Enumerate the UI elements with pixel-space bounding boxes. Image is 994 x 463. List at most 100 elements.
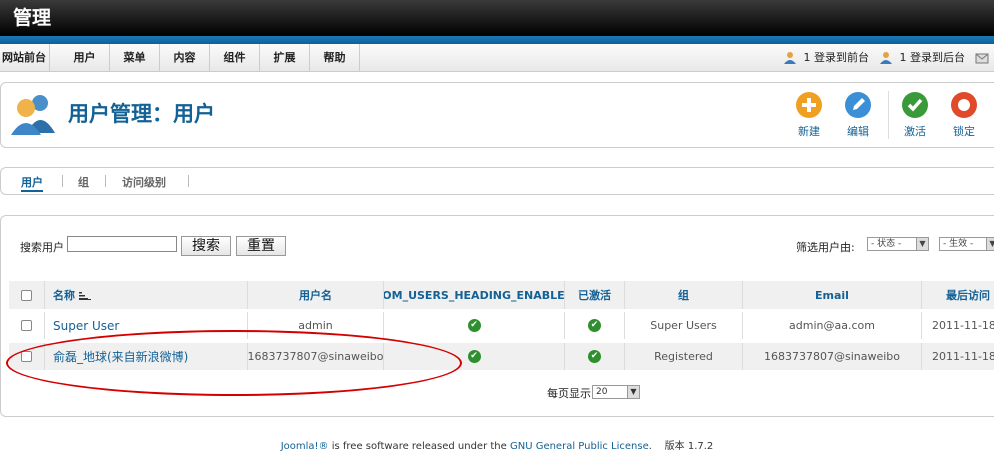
menu-item-site[interactable]: 网站前台 [0, 44, 50, 72]
users-icon [11, 95, 55, 135]
status-backend-label: 1 登录到后台 [899, 51, 966, 64]
lock-button[interactable]: 锁定 [944, 91, 984, 141]
column-header-username[interactable]: 用户名 [248, 281, 384, 309]
page-title: 用户管理：用户 [68, 102, 215, 126]
column-header-activated[interactable]: 已激活 [565, 281, 625, 309]
username-cell: 1683737807@sinaweibo [248, 343, 384, 370]
page-size-value: 20 [596, 387, 608, 397]
header-strip [0, 36, 994, 44]
enabled-cell: ✔ [384, 312, 565, 339]
footer: Joomla!® is free software released under… [0, 437, 994, 452]
new-button[interactable]: 新建 [789, 91, 829, 141]
enabled-check-icon[interactable]: ✔ [467, 350, 481, 363]
filter-state-select[interactable]: - 状态 - ▼ [867, 237, 929, 251]
enabled-check-icon[interactable]: ✔ [467, 319, 481, 332]
tab-access-levels[interactable]: 访问级别 [122, 174, 166, 190]
group-cell: Registered [625, 343, 743, 370]
column-header-enabled[interactable]: COM_USERS_HEADING_ENABLED [384, 281, 565, 309]
chevron-down-icon: ▼ [986, 238, 994, 250]
joomla-link[interactable]: Joomla!® [281, 441, 329, 452]
check-icon [902, 92, 928, 118]
block-icon [951, 92, 977, 118]
chevron-down-icon: ▼ [916, 238, 928, 250]
enabled-cell: ✔ [384, 343, 565, 370]
add-icon [796, 92, 822, 118]
activated-check-icon: ✔ [588, 350, 601, 363]
status-backend: 1 登录到后台 [879, 44, 965, 72]
filter-active-value: - 生效 - [943, 239, 974, 249]
status-frontend-label: 1 登录到前台 [803, 51, 870, 64]
pencil-icon [845, 92, 871, 118]
name-cell: Super User [45, 312, 248, 339]
status-frontend: 1 登录到前台 [783, 44, 869, 72]
search-label: 搜索用户 [20, 241, 64, 254]
messages-icon[interactable] [975, 44, 992, 72]
submenu-divider [188, 175, 189, 187]
column-header-last-visit[interactable]: 最后访问 [922, 281, 994, 309]
lock-button-label: 锁定 [953, 125, 975, 138]
submenu: 用户 组 访问级别 [0, 167, 994, 195]
edit-button-label: 编辑 [847, 125, 869, 138]
select-all-cell [9, 281, 45, 309]
row-checkbox-cell [9, 343, 45, 370]
pager-label: 每页显示 [547, 387, 591, 400]
group-cell: Super Users [625, 312, 743, 339]
sort-icon [79, 291, 91, 300]
email-cell: admin@aa.com [743, 312, 922, 339]
user-icon [880, 52, 892, 64]
top-header: 管理 [0, 0, 994, 36]
row-checkbox-cell [9, 312, 45, 339]
edit-button[interactable]: 编辑 [838, 91, 878, 141]
license-link[interactable]: GNU General Public License [510, 441, 649, 452]
page-size-select[interactable]: 20 ▼ [592, 385, 640, 399]
user-icon [784, 52, 796, 64]
menu-item-menus[interactable]: 菜单 [110, 44, 160, 72]
row-checkbox[interactable] [21, 320, 32, 331]
menu-item-components[interactable]: 组件 [210, 44, 260, 72]
chevron-down-icon: ▼ [627, 386, 639, 398]
submenu-divider [62, 175, 63, 187]
search-button[interactable]: 搜索 [181, 236, 231, 256]
table-row: Super User admin ✔ ✔ Super Users admin@a… [9, 312, 994, 339]
footer-text: is free software released under the [328, 441, 510, 452]
new-button-label: 新建 [798, 125, 820, 138]
last-visit-cell: 2011-11-18 0 [932, 350, 994, 363]
menu-item-users[interactable]: 用户 [60, 44, 110, 72]
submenu-divider [105, 175, 106, 187]
menu-item-extensions[interactable]: 扩展 [260, 44, 310, 72]
filter-state-value: - 状态 - [871, 239, 902, 249]
table-header: 名称 用户名 COM_USERS_HEADING_ENABLED 已激活 组 E… [9, 281, 994, 309]
activate-button-label: 激活 [904, 125, 926, 138]
select-all-checkbox[interactable] [21, 289, 32, 301]
menu-item-content[interactable]: 内容 [160, 44, 210, 72]
column-header-email[interactable]: Email [743, 281, 922, 309]
toolbar-panel: 用户管理：用户 新建 编辑 激活 锁定 [0, 82, 994, 148]
activated-cell: ✔ [565, 312, 625, 339]
row-checkbox[interactable] [21, 351, 32, 362]
column-header-name-label: 名称 [53, 289, 75, 302]
menu-item-help[interactable]: 帮助 [310, 44, 360, 72]
filter-active-select[interactable]: - 生效 - ▼ [939, 237, 994, 251]
user-name-link[interactable]: 俞磊_地球(来自新浪微博) [53, 348, 188, 365]
user-name-link[interactable]: Super User [53, 319, 119, 333]
activated-check-icon: ✔ [588, 319, 601, 332]
reset-button[interactable]: 重置 [236, 236, 286, 256]
name-cell: 俞磊_地球(来自新浪微博) [45, 343, 248, 370]
tab-groups[interactable]: 组 [78, 174, 89, 190]
main-menubar: 网站前台 用户 菜单 内容 组件 扩展 帮助 1 登录到前台 1 登录到后台 [0, 44, 994, 72]
last-visit-cell: 2011-11-18 0 [932, 319, 994, 332]
toolbar-divider [888, 91, 889, 139]
filter-label: 筛选用户由: [796, 241, 855, 254]
username-cell: admin [248, 312, 384, 339]
tab-users[interactable]: 用户 [21, 174, 43, 192]
footer-text-end: . [648, 441, 652, 452]
table-row: 俞磊_地球(来自新浪微博) 1683737807@sinaweibo ✔ ✔ R… [9, 343, 994, 370]
email-cell: 1683737807@sinaweibo [743, 343, 922, 370]
activated-cell: ✔ [565, 343, 625, 370]
version-label: 版本 1.7.2 [664, 441, 714, 452]
activate-button[interactable]: 激活 [895, 91, 935, 141]
admin-page: 管理 网站前台 用户 菜单 内容 组件 扩展 帮助 1 登录到前台 1 登录到后… [0, 0, 994, 463]
search-input[interactable] [67, 236, 177, 252]
column-header-name[interactable]: 名称 [45, 281, 248, 309]
app-title: 管理 [13, 7, 52, 29]
